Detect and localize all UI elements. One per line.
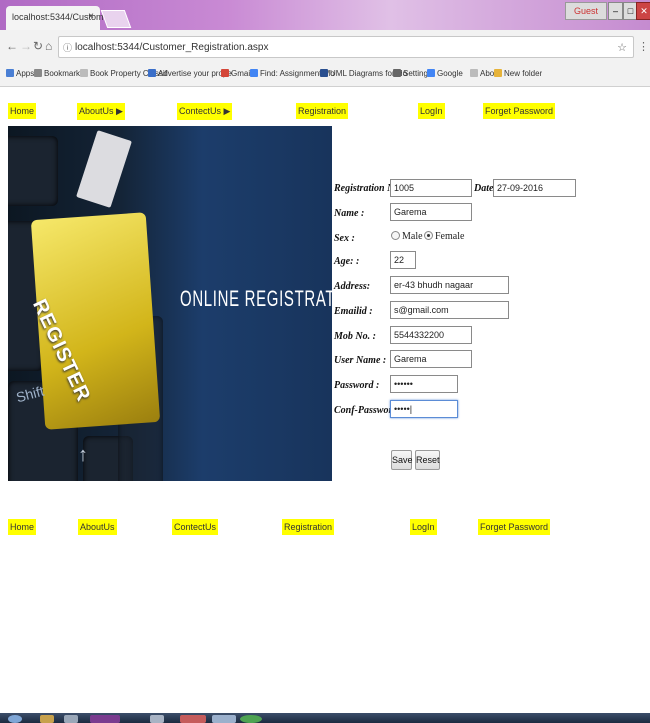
browser-titlebar: localhost:5344/Custome × Guest – □ ✕ (0, 0, 650, 30)
forward-icon[interactable]: → (20, 39, 32, 53)
star-icon (34, 69, 42, 77)
male-radio[interactable]: Male (391, 231, 423, 242)
taskbar-app-icon[interactable] (150, 715, 164, 723)
password-field[interactable]: •••••• (390, 375, 458, 393)
footer-nav-about[interactable]: AboutUs (78, 519, 117, 535)
bookmark-item[interactable]: Advertise your prope (148, 69, 232, 78)
explorer-icon[interactable] (40, 715, 54, 723)
date-field[interactable]: 27-09-2016 (493, 179, 576, 197)
bookmark-item[interactable]: New folder (494, 69, 542, 78)
browser-tab[interactable]: localhost:5344/Custome × (6, 6, 109, 30)
email-label: Emailid : (334, 306, 373, 317)
nav-home[interactable]: Home (8, 103, 37, 119)
nav-login[interactable]: LogIn (418, 103, 445, 119)
registration-banner-image: REGISTER Shift ↑ ONLINE REGISTRATION (8, 126, 332, 481)
username-label: User Name : (334, 355, 387, 366)
female-radio-label: Female (435, 231, 465, 242)
sex-label: Sex : (334, 233, 355, 244)
tab-close-icon[interactable]: × (88, 6, 94, 28)
address-bar[interactable]: ⓘ localhost:5344/Customer_Registration.a… (58, 36, 634, 58)
nav-about[interactable]: AboutUs ▶ (77, 103, 125, 120)
bookmark-item[interactable]: Google (427, 69, 463, 78)
age-label: Age: : (334, 256, 360, 267)
gear-icon (393, 69, 401, 77)
nav-registration[interactable]: Registration (296, 103, 349, 119)
save-button[interactable]: Save (391, 450, 413, 470)
taskbar-app-icon[interactable] (90, 715, 120, 723)
page-icon (470, 69, 478, 77)
tab-title: localhost:5344/Custome (12, 12, 109, 22)
address-label: Address: (334, 281, 371, 292)
gmail-icon (221, 69, 229, 77)
document-icon (76, 130, 132, 208)
bookmarks-bar: Apps Bookmarks Book Property Classif Advert… (0, 64, 650, 87)
mobile-label: Mob No. : (334, 331, 376, 342)
taskbar-app-icon[interactable] (64, 715, 78, 723)
name-field[interactable]: Garema (390, 203, 472, 221)
menu-icon[interactable]: ⋮ (638, 40, 649, 53)
start-icon[interactable] (8, 715, 22, 723)
bookmark-label: New folder (504, 69, 543, 78)
bookmark-label: Gmail (231, 69, 252, 78)
male-radio-button[interactable] (391, 231, 400, 240)
mobile-field[interactable]: 5544332200 (390, 326, 472, 344)
page-icon (148, 69, 156, 77)
folder-icon (494, 69, 502, 77)
address-field[interactable]: er-43 bhudh nagaar (390, 276, 509, 294)
bookmark-item[interactable]: Apps (6, 69, 34, 78)
bookmark-item[interactable]: Gmail (221, 69, 252, 78)
page-icon (320, 69, 328, 77)
minimize-button[interactable]: – (608, 2, 623, 20)
male-radio-label: Male (402, 231, 423, 242)
bookmark-label: Bookmarks (44, 69, 85, 78)
apps-icon (6, 69, 14, 77)
close-window-button[interactable]: ✕ (636, 2, 650, 20)
confirm-password-field[interactable]: •••••| (390, 400, 458, 418)
female-radio[interactable]: Female (424, 231, 464, 242)
registration-no-field[interactable]: 1005 (390, 179, 472, 197)
reload-icon[interactable]: ↻ (33, 39, 43, 53)
guest-profile-button[interactable]: Guest (565, 2, 607, 20)
home-icon[interactable]: ⌂ (45, 39, 52, 53)
bookmark-item[interactable]: Bookmarks (34, 69, 84, 78)
password-label: Password : (334, 380, 380, 391)
banner-title: ONLINE REGISTRATION (180, 286, 332, 311)
bookmark-label: Google (437, 69, 463, 78)
info-icon[interactable]: ⓘ (63, 37, 72, 59)
footer-nav-registration[interactable]: Registration (282, 519, 335, 535)
page-icon (80, 69, 88, 77)
footer-nav-forget-password[interactable]: Forget Password (478, 519, 551, 535)
username-field[interactable]: Garema (390, 350, 472, 368)
keyboard-key (8, 136, 58, 206)
reset-button[interactable]: Reset (415, 450, 440, 470)
new-tab-button[interactable] (100, 10, 132, 28)
google-icon (427, 69, 435, 77)
arrow-up-icon: ↑ (78, 444, 88, 466)
email-field[interactable]: s@gmail.com (390, 301, 509, 319)
footer-nav-login[interactable]: LogIn (410, 519, 437, 535)
footer-nav-contact[interactable]: ContectUs (172, 519, 219, 535)
back-icon[interactable]: ← (6, 39, 18, 53)
bookmark-label: Apps (16, 69, 35, 78)
google-icon (250, 69, 258, 77)
nav-contact[interactable]: ContectUs ▶ (177, 103, 233, 120)
age-field[interactable]: 22 (390, 251, 416, 269)
taskbar-app-icon[interactable] (180, 715, 206, 723)
female-radio-button[interactable] (424, 231, 433, 240)
chrome-taskbar-icon[interactable] (240, 715, 262, 723)
url-text: localhost:5344/Customer_Registration.asp… (75, 42, 269, 53)
footer-nav-home[interactable]: Home (8, 519, 37, 535)
nav-forget-password[interactable]: Forget Password (483, 103, 556, 119)
bookmark-star-icon[interactable]: ☆ (617, 37, 627, 59)
taskbar-app-icon[interactable] (212, 715, 236, 723)
name-label: Name : (334, 208, 365, 219)
